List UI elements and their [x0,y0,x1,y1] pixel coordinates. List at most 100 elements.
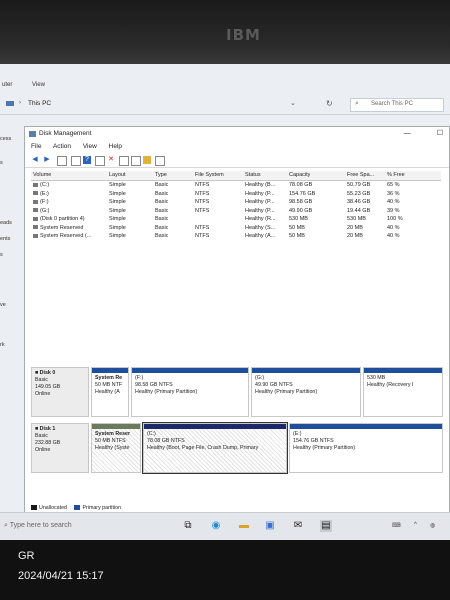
nav-item[interactable]: rk [0,342,5,348]
folder-icon[interactable] [143,156,151,164]
list-view-icon[interactable] [71,156,81,166]
partition-e[interactable]: (E:) 154.76 GB NTFS Healthy (Primary Par… [289,423,443,473]
col-filesystem[interactable]: File System [195,172,224,178]
taskbar: ⌕ Type here to search ⧉ ◉ ▬ ▣ ✉ ▤ ⌨ ^ ◍ [0,512,450,540]
volume-row[interactable]: (Disk 0 partition 4) Simple Basic Healthy (… [31,215,441,224]
ribbon-tab-computer[interactable]: uter [2,82,12,88]
mail-icon[interactable]: ✉ [292,520,304,532]
forward-arrow-icon[interactable]: ▶ [43,156,51,164]
legend: Unallocated Primary partition [31,505,121,511]
volume-cell-fs: NTFS [195,182,210,188]
partition-status: Healthy (Primary Partition) [255,389,318,395]
nav-item[interactable]: ents [0,236,10,242]
volume-cell-status: Healthy (R... [245,216,276,222]
task-view-icon[interactable]: ⧉ [182,520,194,532]
volume-name: (Disk 0 partition 4) [40,216,85,222]
volume-cell-pct: 40 % [387,199,400,205]
search-box[interactable]: ⌕ Search This PC [350,98,444,112]
col-status[interactable]: Status [245,172,261,178]
volume-cell-capacity: 78.08 GB [289,182,313,188]
disk-type: Basic [35,433,48,439]
store-icon[interactable]: ▣ [264,520,276,532]
partition-g[interactable]: (G:) 49.90 GB NTFS Healthy (Primary Part… [251,367,361,417]
keyboard-icon[interactable]: ⌨ [392,522,401,529]
dropdown-chevron-icon[interactable]: ⌄ [290,99,296,107]
partition-size: 50 MB NTFS [95,438,126,444]
volume-row[interactable]: System Reserved Simple Basic NTFS Healthy (S… [31,224,441,233]
partition-size: 78.08 GB NTFS [147,438,185,444]
drive-icon [33,182,38,187]
partition-name: (F:) [135,375,144,381]
partition-name: System Re [95,375,123,381]
partition-f[interactable]: (F:) 98.58 GB NTFS Healthy (Primary Part… [131,367,249,417]
minimize-icon[interactable]: — [404,130,411,137]
volume-cell-volume: (F:) [33,199,49,205]
col-capacity[interactable]: Capacity [289,172,310,178]
chevron-up-icon[interactable]: ^ [414,522,417,528]
volume-row[interactable]: System Reserved (... Simple Basic NTFS Healt… [31,232,441,241]
nav-item[interactable]: eads [0,220,12,226]
primary-partition-swatch [74,505,81,511]
help-icon[interactable]: ? [83,156,91,164]
partition-c[interactable]: (C:) 78.08 GB NTFS Healthy (Boot, Page F… [142,422,288,474]
col-type[interactable]: Type [155,172,167,178]
volume-cell-pct: 100 % [387,216,403,222]
volume-cell-type: Basic [155,182,169,188]
back-arrow-icon[interactable]: ◀ [31,156,39,164]
volume-name: System Reserved (... [40,233,92,239]
volume-row[interactable]: (F:) Simple Basic NTFS Healthy (P... 98.58 GB… [31,198,441,207]
refresh-icon[interactable]: ↻ [326,99,333,108]
menu-file[interactable]: File [31,143,41,150]
volume-cell-free: 20 MB [347,224,363,231]
partition-status: Healthy (Primary Partition) [135,389,198,395]
taskbar-search[interactable]: ⌕ Type here to search [4,519,154,533]
col-volume[interactable]: Volume [33,172,51,178]
network-icon[interactable]: ◍ [430,522,435,529]
disk-graphical-view: ■ Disk 0 Basic 149.05 GB Online System R… [31,367,443,497]
page-icon[interactable] [131,156,141,166]
console-tree-icon[interactable] [57,156,67,166]
ribbon-tab-view[interactable]: View [32,82,45,88]
partition-recovery[interactable]: 530 MB Healthy (Recovery I [363,367,443,417]
volume-cell-layout: Simple [109,216,126,222]
volume-cell-volume: (C:) [33,182,49,188]
col-pct-free[interactable]: % Free [387,172,405,178]
partition-system-reserved[interactable]: System Reser 50 MB NTFS Healthy (Syste [91,423,141,473]
volume-name: (G:) [40,207,50,214]
nav-item[interactable]: s [0,252,3,258]
address-bar[interactable]: › This PC ⌄ [2,98,302,110]
maximize-icon[interactable]: ☐ [437,130,443,137]
window-titlebar[interactable]: Disk Management — ☐ [25,127,449,141]
partition-status: Healthy (Boot, Page File, Crash Dump, Pr… [147,445,259,451]
menu-view[interactable]: View [83,143,97,150]
disk-state: Online [35,391,51,397]
disk-1-row: ■ Disk 1 Basic 232.88 GB Online System R… [31,422,443,474]
delete-icon[interactable]: ✕ [107,156,115,164]
menu-action[interactable]: Action [53,143,71,150]
disk-0-info[interactable]: ■ Disk 0 Basic 149.05 GB Online [31,367,89,417]
nav-item[interactable]: ve [0,302,6,308]
volume-row[interactable]: (E:) Simple Basic NTFS Healthy (P... 154.76 G… [31,190,441,199]
partition-system-reserved[interactable]: System Re 50 MB NTF Healthy (A [91,367,129,417]
properties-icon[interactable] [95,156,105,166]
show-pane-icon[interactable] [155,156,165,166]
check-icon[interactable] [119,156,129,166]
disk-size: 149.05 GB [35,384,61,390]
nav-item[interactable]: cess [0,136,11,142]
volume-name: (E:) [40,190,49,197]
volume-row[interactable]: (G:) Simple Basic NTFS Healthy (P... 49.90 GB… [31,207,441,216]
laptop-bezel-top: IBM [0,0,450,64]
disk-1-info[interactable]: ■ Disk 1 Basic 232.88 GB Online [31,423,89,473]
menu-help[interactable]: Help [109,143,122,150]
col-free-space[interactable]: Free Spa... [347,172,374,178]
volume-row[interactable]: (C:) Simple Basic NTFS Healthy (B... 78.08 GB… [31,181,441,190]
volume-cell-status: Healthy (P... [245,207,275,214]
nav-item[interactable]: s [0,160,3,166]
disk-management-taskbar-icon[interactable]: ▤ [320,520,332,532]
col-layout[interactable]: Layout [109,172,126,178]
breadcrumb-chevron-icon: › [19,100,21,106]
file-explorer-icon[interactable]: ▬ [238,520,250,532]
volume-cell-fs: NTFS [195,207,210,214]
edge-icon[interactable]: ◉ [210,520,222,532]
volume-cell-pct: 65 % [387,182,400,188]
